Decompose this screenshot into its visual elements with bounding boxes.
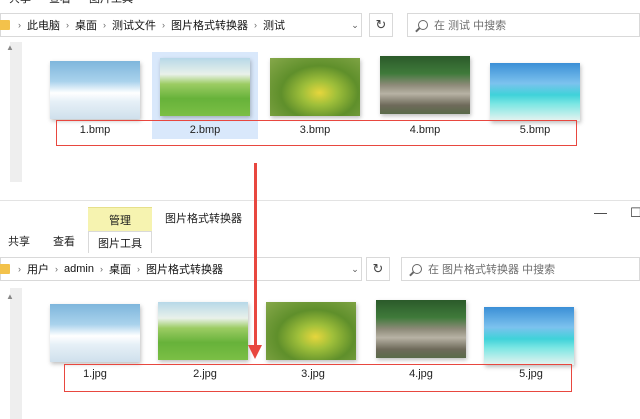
breadcrumb-converter[interactable]: 图片格式转换器	[146, 261, 223, 277]
folder-icon	[0, 264, 10, 274]
search-box[interactable]: 在 图片格式转换器 中搜索	[401, 257, 640, 281]
scroll-up-icon[interactable]: ▲	[6, 43, 14, 52]
chevron-right-icon: ›	[18, 264, 21, 274]
breadcrumb-test-files[interactable]: 测试文件	[112, 17, 156, 33]
chevron-right-icon: ›	[18, 20, 21, 30]
breadcrumb-desktop[interactable]: 桌面	[109, 261, 131, 277]
breadcrumb-this-pc[interactable]: 此电脑	[27, 17, 60, 33]
thumbnail-3-bmp[interactable]	[270, 58, 360, 116]
ribbon-tabs: 共享 查看 图片工具	[0, 0, 142, 10]
scroll-up-icon[interactable]: ▲	[6, 292, 14, 301]
thumbnail-5-bmp[interactable]	[490, 63, 580, 121]
tab-picture-tools[interactable]: 图片工具	[80, 0, 142, 10]
breadcrumb-desktop[interactable]: 桌面	[75, 17, 97, 33]
annotation-arrow-line	[254, 163, 257, 348]
tab-picture-tools[interactable]: 图片工具	[88, 231, 152, 253]
left-scroll-track[interactable]	[10, 288, 22, 419]
search-icon	[412, 264, 422, 274]
folder-icon	[0, 20, 10, 30]
breadcrumb-users[interactable]: 用户	[27, 261, 49, 277]
refresh-button[interactable]: ↻	[369, 13, 393, 37]
chevron-right-icon: ›	[55, 264, 58, 274]
search-box[interactable]: 在 测试 中搜索	[407, 13, 640, 37]
address-row: › 此电脑 › 桌面 › 测试文件 › 图片格式转换器 › 测试 ⌄ ↻ 在 测…	[0, 13, 640, 39]
explorer-window-jpg: 管理 图片格式转换器 — ☐ 共享 查看 图片工具 › 用户 › admin ›…	[0, 200, 640, 419]
ribbon-tabs: 共享 查看	[0, 229, 84, 253]
annotation-box-bmp-names	[56, 120, 577, 146]
chevron-right-icon: ›	[66, 20, 69, 30]
chevron-right-icon: ›	[254, 20, 257, 30]
tab-view[interactable]: 查看	[39, 229, 84, 253]
chevron-right-icon: ›	[136, 264, 140, 274]
minimize-icon[interactable]: —	[594, 205, 607, 220]
left-scroll-track[interactable]	[10, 42, 22, 182]
address-dropdown-button[interactable]: ⌄	[346, 257, 364, 281]
address-dropdown-button[interactable]: ⌄	[346, 13, 364, 37]
explorer-window-bmp: 共享 查看 图片工具 › 此电脑 › 桌面 › 测试文件 › 图片格式转换器 ›…	[0, 0, 640, 184]
thumbnail-3-jpg[interactable]	[266, 302, 356, 360]
tab-manage[interactable]: 管理	[88, 207, 152, 231]
thumbnail-4-bmp[interactable]	[380, 56, 470, 114]
tab-share[interactable]: 共享	[0, 229, 39, 253]
window-title: 图片格式转换器	[165, 213, 242, 225]
breadcrumb-test[interactable]: 测试	[263, 17, 285, 33]
thumbnail-5-jpg[interactable]	[484, 307, 574, 365]
thumbnail-2-jpg[interactable]	[158, 302, 248, 360]
annotation-arrow-head-icon	[248, 345, 262, 359]
search-icon	[418, 20, 428, 30]
thumbnail-1-bmp[interactable]	[50, 61, 140, 119]
thumbnail-1-jpg[interactable]	[50, 304, 140, 362]
chevron-right-icon: ›	[162, 20, 165, 30]
maximize-icon[interactable]: ☐	[630, 205, 640, 221]
chevron-right-icon: ›	[99, 264, 103, 274]
chevron-right-icon: ›	[103, 20, 106, 30]
tab-share[interactable]: 共享	[0, 0, 40, 10]
thumbnail-2-bmp[interactable]	[160, 58, 250, 116]
annotation-box-jpg-names	[64, 364, 572, 392]
search-placeholder: 在 测试 中搜索	[434, 20, 507, 32]
address-bar[interactable]: › 用户 › admin › 桌面 › 图片格式转换器	[0, 257, 362, 281]
breadcrumb-admin[interactable]: admin	[64, 263, 94, 275]
refresh-button[interactable]: ↻	[366, 257, 390, 281]
thumbnail-4-jpg[interactable]	[376, 300, 466, 358]
search-placeholder: 在 图片格式转换器 中搜索	[428, 264, 556, 276]
address-row: › 用户 › admin › 桌面 › 图片格式转换器 ⌄ ↻ 在 图片格式转换…	[0, 257, 640, 283]
breadcrumb-converter[interactable]: 图片格式转换器	[171, 17, 248, 33]
address-bar[interactable]: › 此电脑 › 桌面 › 测试文件 › 图片格式转换器 › 测试	[0, 13, 362, 37]
tab-view[interactable]: 查看	[40, 0, 80, 10]
